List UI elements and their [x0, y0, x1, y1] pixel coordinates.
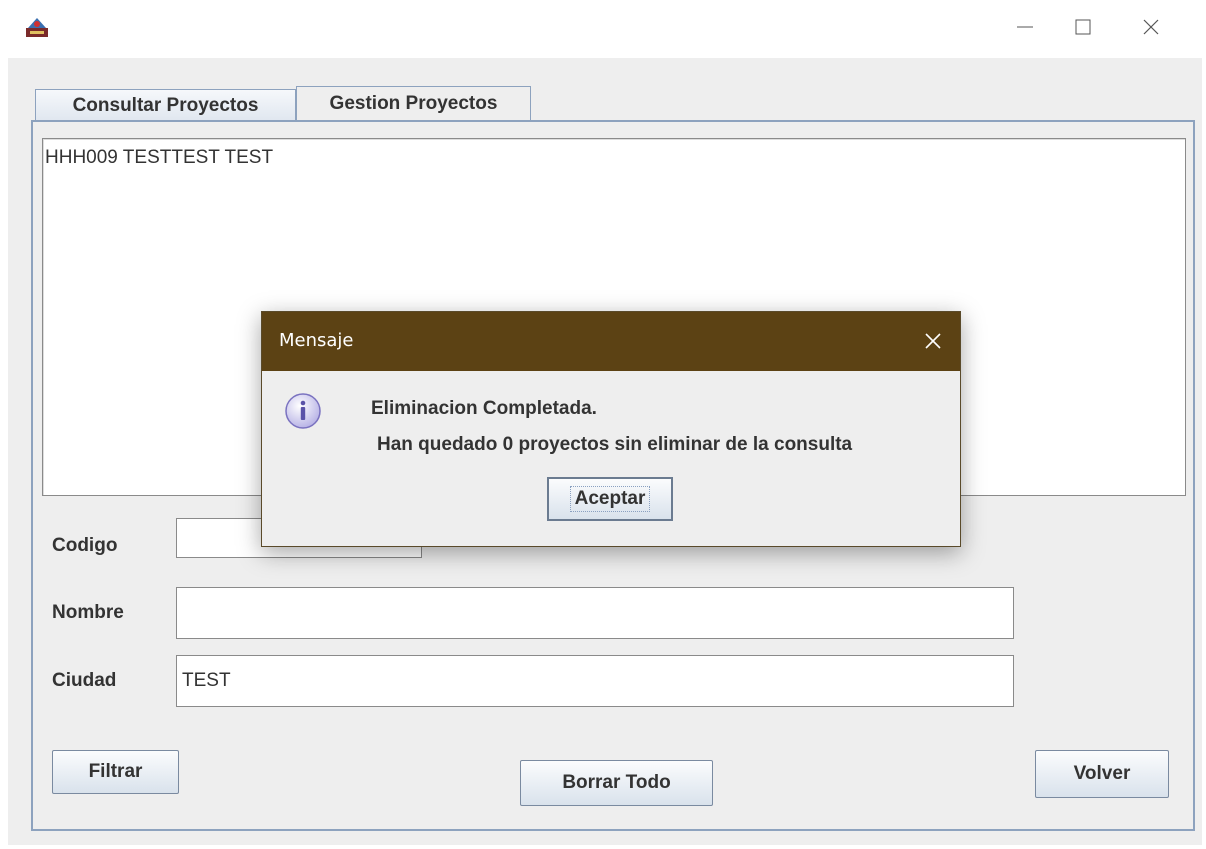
borrar-todo-label: Borrar Todo [562, 772, 671, 793]
maximize-icon [1073, 17, 1093, 37]
close-icon [920, 333, 946, 358]
aceptar-button[interactable]: Aceptar [547, 477, 673, 521]
dialog-message-line1: Eliminacion Completada. [371, 398, 597, 419]
dialog-titlebar[interactable]: Mensaje [262, 312, 960, 371]
borrar-todo-button[interactable]: Borrar Todo [520, 760, 713, 806]
ciudad-value: TEST [182, 670, 231, 691]
maximize-button[interactable] [1060, 10, 1106, 44]
dialog-title: Mensaje [279, 330, 354, 351]
results-text: HHH009 TESTTEST TEST [45, 147, 274, 168]
dialog-close-button[interactable] [920, 328, 946, 354]
application-window: Consultar Proyectos Gestion Proyectos HH… [0, 0, 1206, 849]
ciudad-field[interactable]: TEST [176, 655, 1014, 707]
tab-label: Consultar Proyectos [72, 95, 259, 116]
java-app-icon [24, 14, 50, 40]
filtrar-button[interactable]: Filtrar [52, 750, 179, 794]
close-icon [1141, 17, 1161, 37]
tab-gestion-proyectos[interactable]: Gestion Proyectos [296, 86, 531, 120]
info-icon [284, 392, 322, 430]
minimize-icon [1015, 17, 1035, 37]
aceptar-label: Aceptar [569, 486, 651, 512]
volver-button[interactable]: Volver [1035, 750, 1169, 798]
dialog-message-line2: Han quedado 0 proyectos sin eliminar de … [377, 434, 853, 455]
window-titlebar[interactable] [0, 0, 1206, 58]
nombre-label: Nombre [52, 602, 124, 623]
close-window-button[interactable] [1128, 10, 1174, 44]
tab-consultar-proyectos[interactable]: Consultar Proyectos [35, 89, 296, 122]
message-dialog: Mensaje Eliminacion Completada. Han qued… [261, 311, 961, 547]
filtrar-label: Filtrar [88, 761, 143, 782]
minimize-button[interactable] [1002, 10, 1048, 44]
tab-label: Gestion Proyectos [329, 92, 498, 114]
nombre-field[interactable] [176, 587, 1014, 639]
ciudad-label: Ciudad [52, 670, 117, 691]
codigo-label: Codigo [52, 535, 118, 556]
volver-label: Volver [1073, 763, 1131, 784]
